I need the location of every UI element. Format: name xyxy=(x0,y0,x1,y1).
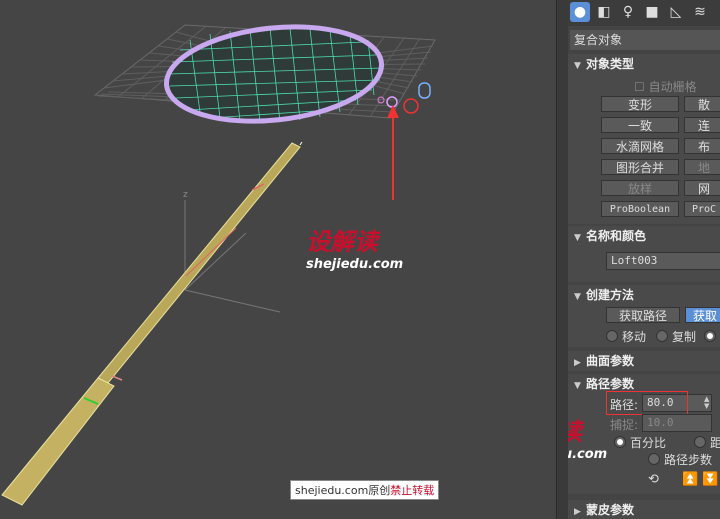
surface-params-header[interactable]: ▶ 曲面参数 xyxy=(568,351,720,371)
surface-params-rollout: ▶ 曲面参数 xyxy=(568,351,720,371)
loft-button[interactable]: 放样 xyxy=(601,180,679,196)
procutter-button[interactable]: ProC xyxy=(684,201,720,217)
creation-method-header[interactable]: ▼ 创建方法 xyxy=(568,285,720,305)
percent-label: 百分比 xyxy=(630,436,667,450)
move-radio[interactable] xyxy=(606,330,618,342)
name-color-header[interactable]: ▼ 名称和颜色 xyxy=(568,226,720,246)
viewport-scene: z xyxy=(1,24,436,506)
boolean-button[interactable]: 布 xyxy=(684,138,720,154)
expand-arrow-icon: ▶ xyxy=(574,358,581,368)
scatter-button[interactable]: 散 xyxy=(684,96,720,112)
create-tab-icon[interactable]: ● xyxy=(570,2,590,22)
watermark-panel: 设解读 shejiedu.com xyxy=(568,412,607,462)
creation-method-rollout: ▼ 创建方法 获取路径 获取 移动 复制 xyxy=(568,285,720,347)
axis-tripod: z xyxy=(183,190,281,313)
path-params-title: 路径参数 xyxy=(586,377,635,391)
path-steps-label: 路径步数 xyxy=(664,453,713,467)
collapse-arrow-icon: ▼ xyxy=(574,381,581,391)
morph-button[interactable]: 变形 xyxy=(601,96,679,112)
percent-radio[interactable] xyxy=(614,436,626,448)
name-color-title: 名称和颜色 xyxy=(586,229,647,243)
caption-warning: 禁止转载 xyxy=(390,484,435,497)
caption-text: shejiedu.com原创 xyxy=(295,484,391,497)
spacewarps-tab-icon[interactable]: ≋ xyxy=(690,2,710,22)
snap-label: 捕捉: xyxy=(610,418,639,432)
path-steps-radio[interactable] xyxy=(648,453,660,465)
svg-text:z: z xyxy=(183,190,188,200)
perspective-viewport[interactable]: z 设解读 shejiedu.com shejiedu.com原创禁止转载 xyxy=(0,0,556,519)
get-path-button[interactable]: 获取路径 xyxy=(606,307,680,323)
shapemerge-button[interactable]: 图形合并 xyxy=(601,159,679,175)
camera-tab-icon[interactable]: ■ xyxy=(642,2,662,22)
shapes-tab-icon[interactable]: ◧ xyxy=(594,2,614,22)
shape-blue-rect[interactable] xyxy=(418,82,431,99)
blobmesh-button[interactable]: 水滴网格 xyxy=(601,138,679,154)
watermark-panel-cn: 设解读 xyxy=(568,418,582,446)
pick-shape-icon[interactable]: ⟲ xyxy=(648,472,659,487)
creation-method-title: 创建方法 xyxy=(586,288,635,302)
skin-params-header[interactable]: ▶ 蒙皮参数 xyxy=(568,500,720,519)
surface-params-title: 曲面参数 xyxy=(586,354,635,368)
lights-tab-icon[interactable]: ♀ xyxy=(618,2,638,22)
prev-shape-icon[interactable]: ⏫ xyxy=(682,472,698,487)
racket-shaft[interactable] xyxy=(1,141,303,506)
collapse-arrow-icon: ▼ xyxy=(574,233,581,243)
autogrid-label: 自动栅格 xyxy=(648,80,697,94)
connect-button[interactable]: 连 xyxy=(684,117,720,133)
distance-label: 距 xyxy=(710,436,720,450)
collapse-arrow-icon: ▼ xyxy=(574,292,581,302)
next-shape-icon[interactable]: ⏬ xyxy=(702,472,718,487)
autogrid-checkbox[interactable]: ☐ 自动栅格 xyxy=(634,78,697,95)
command-tabs: ● ◧ ♀ ■ ◺ ≋ xyxy=(568,0,720,26)
object-type-rollout: ▼ 对象类型 ☐ 自动栅格 变形 散 一致 连 水滴网格 布 图形合并 地 放样 … xyxy=(568,54,720,224)
path-spinner-icon[interactable]: ▲ ▼ xyxy=(704,396,712,410)
skin-params-rollout: ▶ 蒙皮参数 xyxy=(568,500,720,519)
terrain-button[interactable]: 地 xyxy=(684,159,720,175)
shape-red-circle[interactable] xyxy=(403,98,419,114)
category-dropdown[interactable]: 复合对象 xyxy=(570,30,720,50)
get-shape-button[interactable]: 获取 xyxy=(685,307,720,323)
object-type-header[interactable]: ▼ 对象类型 xyxy=(568,54,720,74)
skin-params-title: 蒙皮参数 xyxy=(586,503,635,517)
command-panel: ● ◧ ♀ ■ ◺ ≋ 复合对象 ▼ 对象类型 ☐ 自动栅格 变形 散 一致 连 … xyxy=(568,0,720,519)
mesher-button[interactable]: 网 xyxy=(684,180,720,196)
object-type-title: 对象类型 xyxy=(586,57,635,71)
distance-radio[interactable] xyxy=(694,436,706,448)
highlight-box xyxy=(606,391,688,415)
annotation-arrow xyxy=(387,105,399,200)
conform-button[interactable]: 一致 xyxy=(601,117,679,133)
copy-label: 复制 xyxy=(672,330,697,344)
watermark: 设解读 shejiedu.com xyxy=(306,222,403,272)
move-label: 移动 xyxy=(622,330,647,344)
copy-radio[interactable] xyxy=(656,330,668,342)
copyright-caption: shejiedu.com原创禁止转载 xyxy=(290,480,440,500)
watermark-panel-en: shejiedu.com xyxy=(568,447,608,462)
expand-arrow-icon: ▶ xyxy=(574,507,581,517)
watermark-en: shejiedu.com xyxy=(306,257,404,272)
proboolean-button[interactable]: ProBoolean xyxy=(601,201,679,217)
helpers-tab-icon[interactable]: ◺ xyxy=(666,2,686,22)
watermark-cn: 设解读 xyxy=(306,228,378,256)
snap-value-field[interactable]: 10.0 xyxy=(642,414,712,432)
object-name-field[interactable]: Loft003 xyxy=(606,252,720,270)
name-color-rollout: ▼ 名称和颜色 Loft003 xyxy=(568,226,720,282)
instance-radio[interactable] xyxy=(704,330,716,342)
collapse-arrow-icon: ▼ xyxy=(574,61,581,71)
